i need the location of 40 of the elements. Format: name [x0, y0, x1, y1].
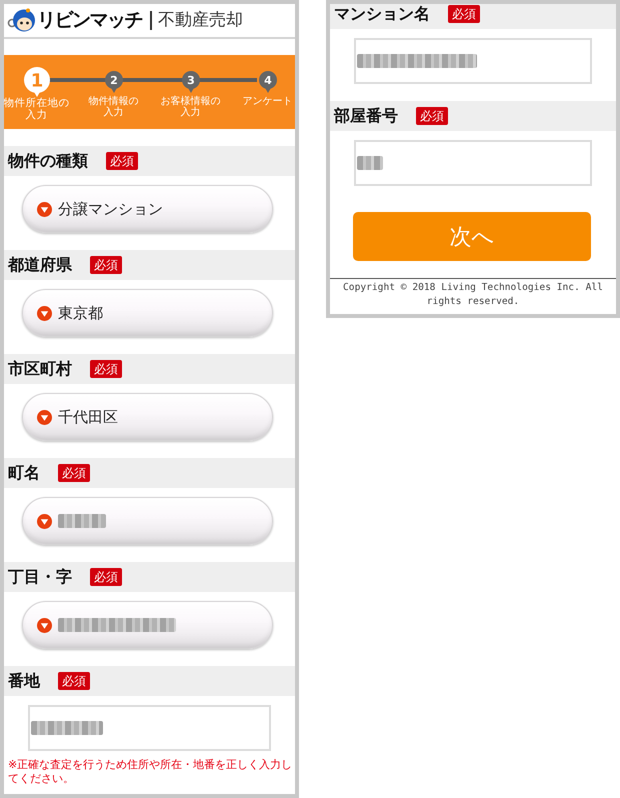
select-dropdown[interactable]: 東京都 — [22, 289, 273, 337]
step-label: お客様情報の入力 — [160, 96, 222, 118]
site-title: 不動産売却 — [158, 12, 243, 29]
required-badge: 必須 — [58, 464, 90, 482]
text-input-field[interactable] — [28, 705, 271, 751]
copyright-text: Copyright © 2018 Living Technologies Inc. All rights reserved. — [330, 278, 616, 314]
required-badge: 必須 — [106, 152, 138, 170]
select-dropdown[interactable]: 千代田区 — [22, 393, 273, 441]
required-badge: 必須 — [90, 360, 122, 378]
field-label: 都道府県 — [8, 255, 72, 275]
required-badge: 必須 — [58, 672, 90, 690]
mascot-icon — [7, 8, 35, 33]
required-badge: 必須 — [90, 568, 122, 586]
logo-wordmark: リビンマッチ — [37, 11, 142, 30]
input-note: ※正確な査定を行うため住所や所在・地番を正しく入力してください。 — [8, 758, 293, 786]
required-badge: 必須 — [90, 256, 122, 274]
text-input-field[interactable] — [354, 140, 592, 186]
field-label: 町名 — [8, 463, 40, 483]
select-dropdown[interactable] — [22, 601, 273, 649]
select-dropdown[interactable] — [22, 497, 273, 545]
required-badge: 必須 — [416, 107, 448, 125]
blurred-value — [31, 721, 103, 735]
field-label: 部屋番号 — [334, 106, 398, 126]
blurred-value — [58, 514, 106, 528]
down-caret-icon — [37, 618, 52, 632]
field-label: 物件の種類 — [8, 151, 88, 171]
down-caret-icon — [37, 202, 52, 216]
field-label: マンション名 — [334, 4, 430, 24]
down-caret-icon — [37, 514, 52, 528]
down-caret-icon — [37, 306, 52, 320]
down-caret-icon — [37, 410, 52, 424]
blurred-value — [357, 156, 383, 170]
select-dropdown[interactable]: 分譲マンション — [22, 185, 273, 233]
field-label: 市区町村 — [8, 359, 72, 379]
step-label: 物件情報の入力 — [88, 96, 140, 118]
required-badge: 必須 — [448, 5, 480, 23]
field-label: 丁目・字 — [8, 567, 72, 587]
field-label: 番地 — [8, 671, 40, 691]
step-label: アンケート — [242, 96, 292, 108]
text-input-field[interactable] — [354, 38, 592, 84]
